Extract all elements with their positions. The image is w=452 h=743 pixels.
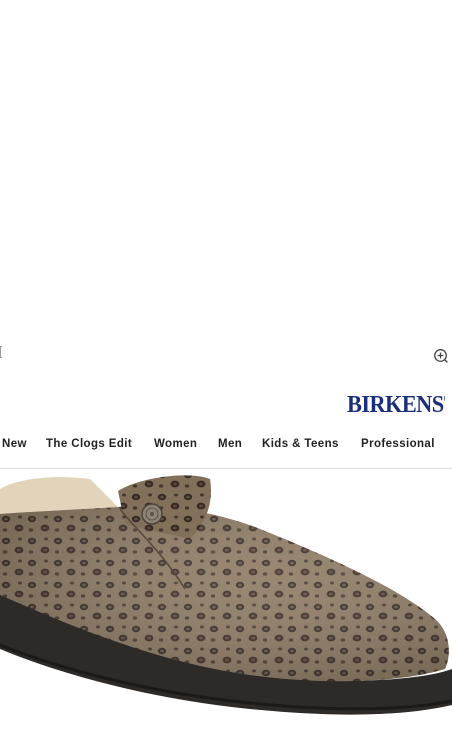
- zoom-in-icon[interactable]: [433, 348, 448, 363]
- brand-logo[interactable]: BIRKENSTO: [347, 390, 445, 420]
- nav-item-women[interactable]: Women: [154, 430, 197, 458]
- product-page: BIRKENSTO New The Clogs Edit Women Men K…: [0, 0, 452, 743]
- nav-item-kids-teens[interactable]: Kids & Teens: [262, 430, 339, 458]
- main-navigation: New The Clogs Edit Women Men Kids & Teen…: [0, 430, 452, 458]
- nav-item-new[interactable]: New: [2, 430, 27, 458]
- nav-item-professional[interactable]: Professional: [361, 430, 435, 458]
- left-edge-marker: [0, 346, 2, 358]
- hero-product-image[interactable]: [0, 469, 452, 743]
- blank-image-area: [0, 0, 452, 345]
- nav-item-clogs-edit[interactable]: The Clogs Edit: [46, 430, 132, 458]
- leopard-clog-illustration: [0, 475, 452, 715]
- nav-item-men[interactable]: Men: [218, 430, 242, 458]
